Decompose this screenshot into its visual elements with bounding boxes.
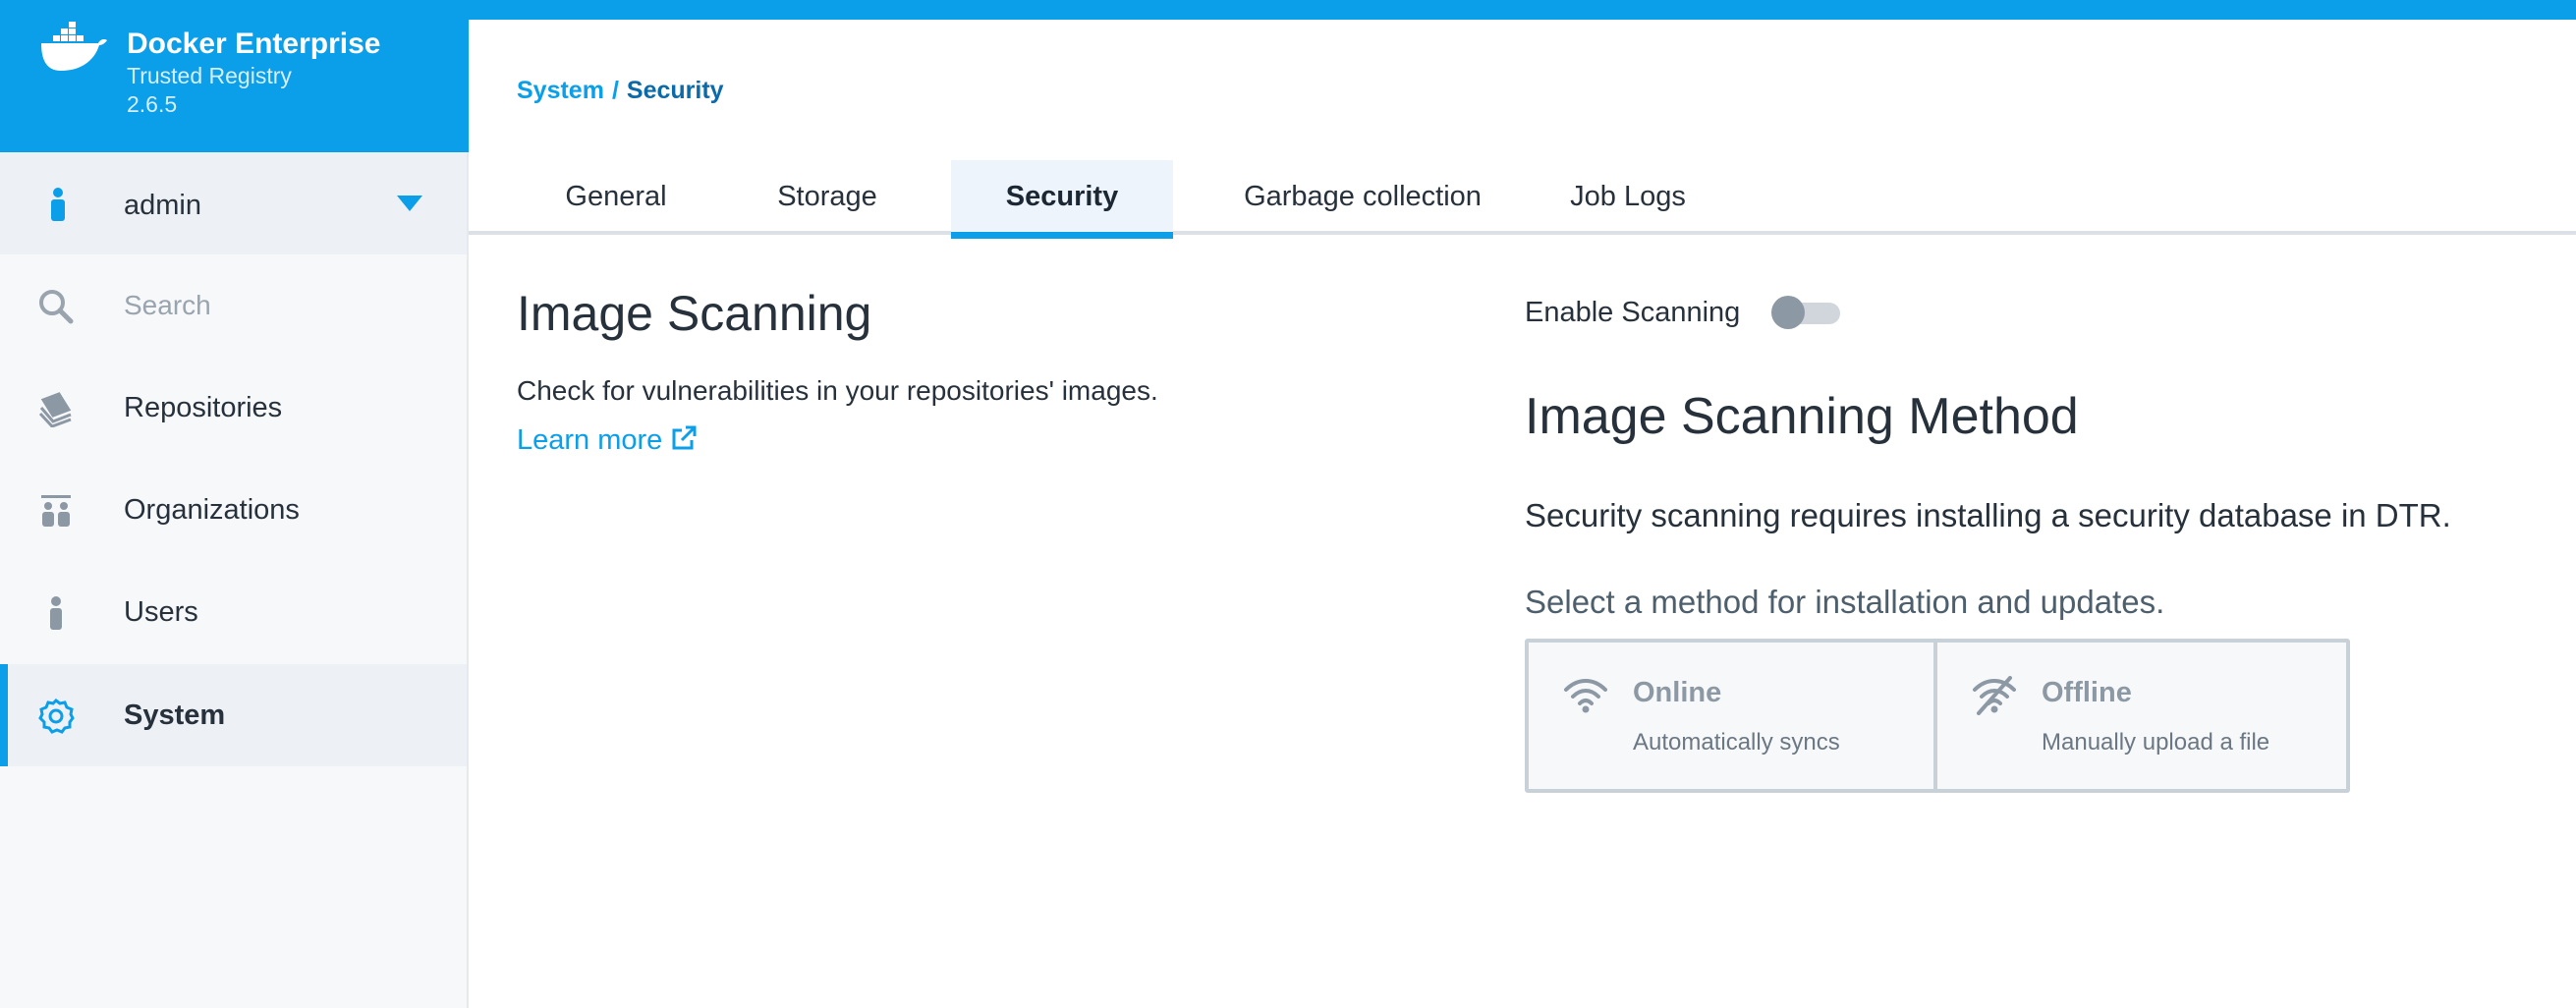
- username: admin: [124, 190, 201, 221]
- method-subtitle: Automatically syncs: [1633, 729, 1840, 756]
- tab-job-logs[interactable]: Job Logs: [1549, 160, 1707, 235]
- search-icon: [39, 290, 74, 324]
- method-prompt-text: Select a method for installation and upd…: [1525, 584, 2165, 620]
- brand-title: Docker Enterprise: [127, 28, 381, 60]
- enable-scanning-label: Enable Scanning: [1525, 297, 1741, 328]
- method-option-online[interactable]: Online Automatically syncs: [1529, 643, 1935, 789]
- tab-storage[interactable]: Storage: [754, 160, 901, 235]
- sidebar-search[interactable]: Search: [0, 254, 467, 357]
- tab-general[interactable]: General: [537, 160, 695, 235]
- wifi-icon: [1564, 679, 1607, 713]
- method-option-offline[interactable]: Offline Manually upload a file: [1937, 643, 2344, 789]
- sidebar-item-label: Users: [124, 596, 198, 628]
- sidebar-item-users[interactable]: Users: [0, 561, 467, 663]
- external-link-icon: [672, 425, 697, 450]
- enable-scanning-toggle[interactable]: [1771, 296, 1842, 329]
- sidebar-item-organizations[interactable]: Organizations: [0, 459, 467, 561]
- brand-version: 2.6.5: [127, 91, 178, 117]
- brand-header[interactable]: Docker Enterprise Trusted Registry 2.6.5: [0, 0, 469, 152]
- method-subtitle: Manually upload a file: [2042, 729, 2270, 756]
- tab-security[interactable]: Security: [951, 160, 1173, 239]
- sidebar-item-system[interactable]: System: [0, 664, 467, 766]
- scanning-method-selector: Online Automatically syncs Offline Manua…: [1525, 639, 2350, 793]
- breadcrumb-separator: /: [611, 77, 619, 104]
- breadcrumb-parent[interactable]: System: [517, 77, 604, 104]
- scanning-method-heading: Image Scanning Method: [1525, 388, 2079, 445]
- learn-more-link[interactable]: Learn more: [517, 424, 698, 457]
- user-menu[interactable]: admin: [0, 152, 467, 254]
- image-scanning-heading: Image Scanning: [517, 286, 872, 341]
- chevron-down-icon[interactable]: [397, 196, 422, 211]
- user-icon: [50, 596, 62, 630]
- scanning-requirement-text: Security scanning requires installing a …: [1525, 497, 2451, 533]
- docker-whale-logo: [41, 22, 107, 71]
- sidebar-item-label: Organizations: [124, 494, 300, 526]
- search-placeholder: Search: [124, 290, 211, 320]
- sidebar-item-repositories[interactable]: Repositories: [0, 357, 467, 459]
- wifi-off-icon: [1973, 676, 2016, 715]
- method-title: Offline: [2042, 677, 2132, 708]
- gear-icon: [38, 699, 75, 734]
- settings-tabs: General Storage Security Garbage collect…: [469, 160, 2576, 239]
- brand-subtitle: Trusted Registry: [127, 63, 292, 88]
- sidebar: Docker Enterprise Trusted Registry 2.6.5…: [0, 0, 469, 1008]
- toggle-knob: [1771, 296, 1805, 329]
- sidebar-item-label: System: [124, 700, 226, 731]
- breadcrumb-current: Security: [626, 77, 724, 104]
- tab-garbage-collection[interactable]: Garbage collection: [1220, 160, 1505, 235]
- image-scanning-description: Check for vulnerabilities in your reposi…: [517, 375, 1158, 406]
- learn-more-label: Learn more: [517, 424, 663, 456]
- organizations-icon: [41, 495, 71, 527]
- user-icon: [51, 188, 65, 221]
- sidebar-item-label: Repositories: [124, 392, 283, 423]
- breadcrumb: System / Security: [517, 77, 724, 105]
- repositories-icon: [38, 392, 72, 427]
- method-title: Online: [1633, 677, 1722, 708]
